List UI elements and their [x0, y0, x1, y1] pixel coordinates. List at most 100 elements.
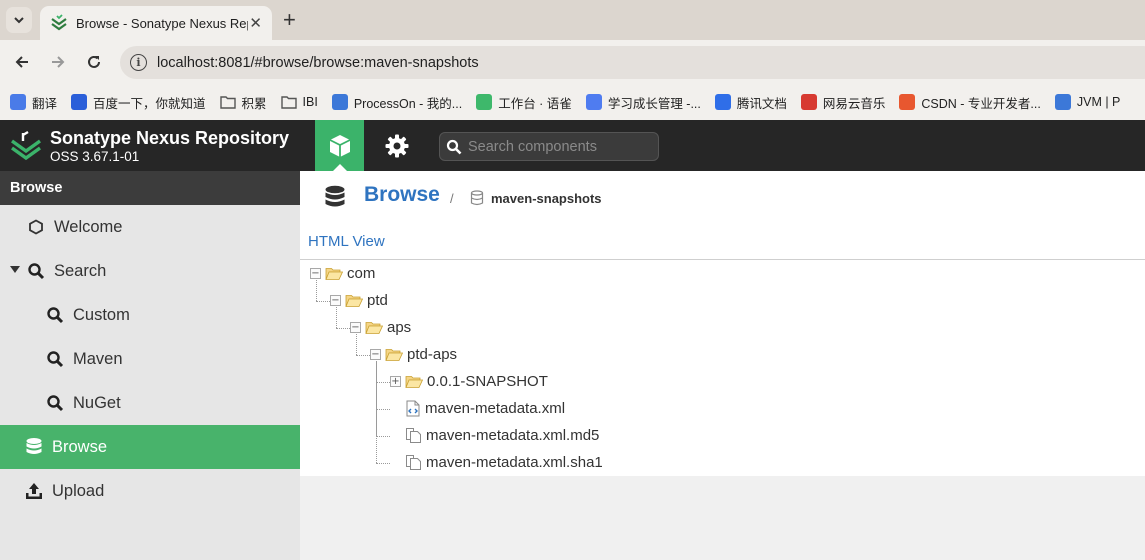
reload-icon — [88, 55, 100, 68]
sidebar-item-welcome[interactable]: Welcome — [0, 205, 300, 249]
sidebar-item-label: Browse — [52, 437, 108, 456]
tree-connector — [316, 301, 330, 302]
tree-connector — [336, 307, 337, 328]
tree-node[interactable]: maven-metadata.xml.sha1 — [390, 449, 603, 476]
site-info-icon[interactable]: i — [130, 54, 147, 71]
bookmark-label: JVM | P — [1076, 95, 1121, 109]
sidebar-item-label: NuGet — [73, 393, 121, 412]
address-bar[interactable]: i localhost:8081/#browse/browse:maven-sn… — [120, 46, 1145, 79]
tree-node[interactable]: maven-metadata.xml — [390, 395, 565, 422]
upload-icon — [24, 481, 44, 501]
baidu-icon — [71, 94, 88, 110]
translate-icon — [10, 94, 26, 110]
tree-node-label[interactable]: maven-metadata.xml.sha1 — [426, 454, 603, 471]
bookmark-item[interactable]: JVM | P — [1054, 94, 1121, 110]
close-icon[interactable]: ✕ — [249, 14, 262, 32]
tree-connector — [376, 361, 377, 463]
sidebar-item-nuget[interactable]: NuGet — [0, 381, 300, 425]
processon-icon — [1054, 94, 1071, 110]
component-search[interactable] — [439, 132, 659, 161]
folder-icon — [325, 266, 343, 281]
collapse-icon[interactable]: − — [310, 268, 321, 279]
search-components-input[interactable] — [468, 138, 648, 155]
tree-node[interactable]: − aps — [350, 314, 411, 341]
bookmark-item[interactable]: IBI — [280, 94, 318, 110]
folder-icon — [405, 374, 423, 389]
html-view-bar: HTML View — [300, 226, 1145, 260]
tree-node-label[interactable]: ptd-aps — [407, 346, 457, 363]
tree-node[interactable]: − ptd — [330, 287, 388, 314]
gear-icon — [385, 134, 408, 157]
tree-node-label[interactable]: maven-metadata.xml — [425, 400, 565, 417]
address-url[interactable]: localhost:8081/#browse/browse:maven-snap… — [157, 55, 479, 71]
bookmark-item[interactable]: 网易云音乐 — [800, 93, 885, 112]
bookmark-item[interactable]: 翻译 — [10, 93, 57, 112]
forward-button[interactable] — [46, 50, 70, 74]
html-view-link[interactable]: HTML View — [308, 233, 385, 250]
bookmark-label: ProcessOn - 我的... — [353, 96, 463, 111]
database-icon — [24, 437, 44, 457]
arrow-left-icon — [15, 56, 28, 68]
tab-search-button[interactable] — [6, 7, 32, 33]
collapse-icon[interactable]: − — [370, 349, 381, 360]
hexagon-icon — [26, 217, 46, 237]
cube-icon — [329, 134, 350, 157]
reload-button[interactable] — [82, 50, 106, 74]
bookmark-item[interactable]: 腾讯文档 — [714, 93, 787, 112]
browse-mode-button[interactable] — [315, 120, 364, 171]
tencent-docs-icon — [714, 94, 731, 110]
new-tab-button[interactable]: + — [283, 8, 296, 32]
breadcrumb-repository: maven-snapshots — [491, 191, 602, 206]
repository-icon — [470, 190, 484, 206]
bookmark-item[interactable]: ProcessOn - 我的... — [331, 93, 463, 112]
bookmark-item[interactable]: 学习成长管理 -... — [585, 93, 701, 112]
tree-connector — [356, 334, 357, 355]
back-button[interactable] — [10, 50, 34, 74]
nexus-favicon-icon — [50, 14, 68, 32]
browser-tab-active[interactable]: Browse - Sonatype Nexus Repository ✕ — [40, 6, 272, 40]
sidebar-item-custom[interactable]: Custom — [0, 293, 300, 337]
tree-node[interactable]: − ptd-aps — [370, 341, 457, 368]
bookmark-label: IBI — [302, 95, 318, 109]
folder-icon — [345, 293, 363, 308]
administration-button[interactable] — [372, 120, 421, 171]
search-icon — [446, 139, 462, 154]
bookmark-label: CSDN - 专业开发者... — [921, 96, 1041, 111]
tree-connector — [376, 409, 390, 410]
tree-node[interactable]: +0.0.1-SNAPSHOT — [390, 368, 548, 395]
tree-connector — [336, 328, 350, 329]
yuque-icon — [476, 94, 493, 110]
bookmark-item[interactable]: 积累 — [219, 93, 267, 112]
sidebar: Browse Welcome Search Custom Maven NuGet — [0, 171, 300, 560]
tree-node[interactable]: maven-metadata.xml.md5 — [390, 422, 599, 449]
sidebar-item-browse[interactable]: Browse — [0, 425, 300, 469]
sidebar-item-upload[interactable]: Upload — [0, 469, 300, 513]
app-version: OSS 3.67.1-01 — [50, 149, 140, 164]
doc-icon — [585, 94, 602, 110]
search-icon — [45, 349, 65, 369]
browser-toolbar: i localhost:8081/#browse/browse:maven-sn… — [0, 40, 1145, 84]
collapse-icon[interactable]: − — [350, 322, 361, 333]
tree-node[interactable]: − com — [310, 260, 375, 287]
tree-node-label[interactable]: ptd — [367, 292, 388, 309]
bookmark-label: 积累 — [241, 96, 267, 111]
expand-icon[interactable]: + — [390, 376, 401, 387]
main-content: Browse / maven-snapshots HTML View − com −… — [300, 171, 1145, 560]
breadcrumb-browse-link[interactable]: Browse — [364, 183, 440, 207]
sidebar-item-maven[interactable]: Maven — [0, 337, 300, 381]
sidebar-item-label: Maven — [73, 349, 123, 368]
tree-node-label[interactable]: com — [347, 265, 375, 282]
arrow-right-icon — [52, 56, 65, 68]
tree-node-label[interactable]: 0.0.1-SNAPSHOT — [427, 373, 548, 390]
collapse-icon[interactable]: − — [330, 295, 341, 306]
sidebar-item-label: Search — [54, 261, 107, 280]
tree-node-label[interactable]: maven-metadata.xml.md5 — [426, 427, 599, 444]
folder-icon — [365, 320, 383, 335]
tree-node-label[interactable]: aps — [387, 319, 411, 336]
bookmark-item[interactable]: CSDN - 专业开发者... — [899, 93, 1041, 112]
bookmark-item[interactable]: 百度一下，你就知道 — [71, 93, 206, 112]
nexus-logo-icon — [11, 130, 41, 161]
caret-down-icon[interactable] — [10, 266, 20, 273]
sidebar-item-search[interactable]: Search — [0, 249, 300, 293]
bookmark-item[interactable]: 工作台 · 语雀 — [476, 93, 572, 112]
